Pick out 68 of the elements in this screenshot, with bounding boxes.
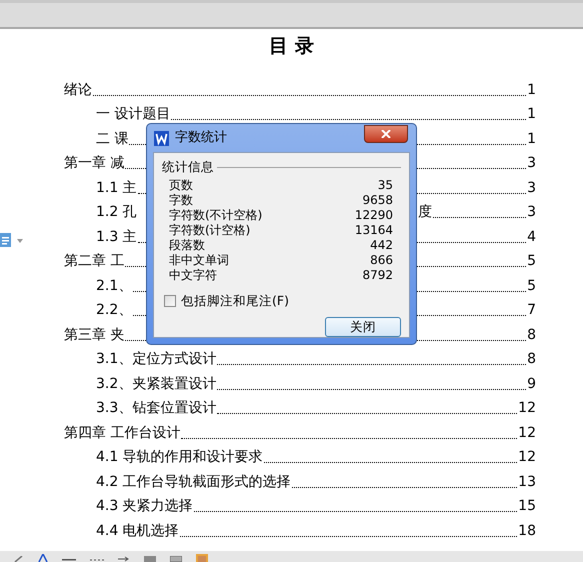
line-icon[interactable] xyxy=(62,558,76,562)
stat-label: 非中文单词 xyxy=(169,252,229,268)
group-label: 统计信息 xyxy=(162,158,214,176)
stat-value: 866 xyxy=(370,252,393,268)
page-number: 8 xyxy=(527,326,536,344)
stat-label: 字数 xyxy=(169,192,193,208)
page-number: 5 xyxy=(527,252,536,271)
stat-label: 中文字符 xyxy=(169,268,217,283)
page-number: 3 xyxy=(527,154,536,173)
toc-entry: 3.1、定位方式设计 xyxy=(96,350,216,369)
toc-entry: 2.2、 xyxy=(96,301,132,320)
toc-entry: 第三章 夹 xyxy=(64,326,124,344)
page-number: 4 xyxy=(527,228,536,246)
stat-value: 442 xyxy=(370,238,393,253)
stat-value: 9658 xyxy=(362,192,393,208)
checkbox-label: 包括脚注和尾注(F) xyxy=(181,292,289,310)
stat-value: 8792 xyxy=(362,268,393,283)
checkbox[interactable] xyxy=(164,295,176,308)
page-number: 8 xyxy=(527,350,536,369)
toc-entry: 4.2 工作台导轨截面形式的选择 xyxy=(96,472,291,492)
stat-value: 13164 xyxy=(354,222,393,238)
stat-label: 段落数 xyxy=(169,238,205,253)
toc-entry: 二 课 xyxy=(96,130,128,148)
document-title: 目 录 xyxy=(269,34,314,59)
stat-label: 字符数(不计空格) xyxy=(169,208,262,223)
page-number: 12 xyxy=(518,399,536,418)
page-number: 1 xyxy=(527,130,536,148)
toc-entry: 绪论 xyxy=(64,80,92,100)
app-logo-icon xyxy=(154,130,169,146)
toc-entry: 第四章 工作台设计 xyxy=(64,424,180,442)
font-color-icon[interactable] xyxy=(38,554,48,562)
page-number: 3 xyxy=(527,203,536,222)
document-icon[interactable] xyxy=(0,233,23,248)
stat-value: 35 xyxy=(378,178,393,193)
toc-entry: 4.1 导轨的作用和设计要求 xyxy=(96,448,263,467)
toc-entry: 度 xyxy=(418,203,432,222)
dialog-title: 字数统计 xyxy=(175,129,227,148)
page-number: 1 xyxy=(527,80,536,100)
toc-entry: 一 设计题目 xyxy=(96,105,170,124)
toc-entry: 第一章 减 xyxy=(64,154,124,173)
close-dialog-button[interactable]: 关闭 xyxy=(325,316,401,336)
page-number: 5 xyxy=(527,276,536,296)
toc-entry: 4.3 夹紧力选择 xyxy=(96,497,193,516)
pen-icon[interactable] xyxy=(14,556,24,562)
toc-entry: 1.3 主 xyxy=(96,228,137,246)
page-number: 7 xyxy=(527,301,536,320)
page-number: 3 xyxy=(527,178,536,198)
stat-label: 字符数(计空格) xyxy=(169,222,250,238)
toc-entry: 1.1 主 xyxy=(96,178,137,198)
close-button[interactable] xyxy=(364,125,408,143)
page-number: 18 xyxy=(518,522,536,540)
toc-entry: 3.3、钻套位置设计 xyxy=(96,399,216,418)
stat-value: 12290 xyxy=(354,208,393,223)
toc-entry: 1.2 孔 xyxy=(96,203,137,222)
toc-entry: 第二章 工 xyxy=(64,252,124,271)
page-number: 1 xyxy=(527,105,536,124)
page-number: 15 xyxy=(518,497,536,516)
toc-entry: 3.2、夹紧装置设计 xyxy=(96,374,216,394)
close-icon xyxy=(381,130,391,138)
page-number: 12 xyxy=(518,448,536,467)
stat-label: 页数 xyxy=(169,178,193,193)
page-number: 9 xyxy=(527,374,536,394)
toc-entry: 2.1、 xyxy=(96,276,132,296)
page-number: 13 xyxy=(518,472,536,492)
page-number: 12 xyxy=(518,424,536,442)
dotted-line-icon[interactable] xyxy=(90,558,104,562)
arrow-icon[interactable] xyxy=(118,556,130,562)
toc-entry: 4.4 电机选择 xyxy=(96,522,179,540)
